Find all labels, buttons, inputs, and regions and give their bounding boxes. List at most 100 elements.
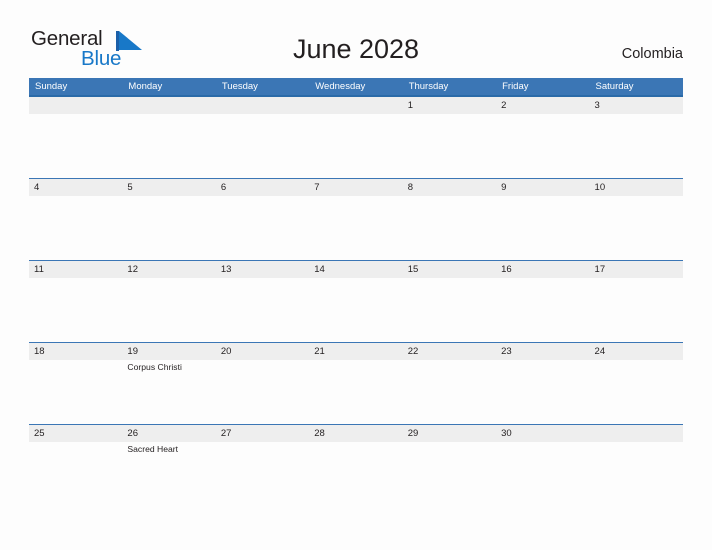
week-event-band <box>29 196 683 260</box>
day-cell[interactable] <box>496 360 589 424</box>
day-cell[interactable] <box>496 114 589 178</box>
day-number[interactable]: 3 <box>590 97 683 114</box>
day-number[interactable]: 21 <box>309 343 402 360</box>
day-cell[interactable] <box>216 196 309 260</box>
day-number[interactable] <box>309 97 402 114</box>
day-cell[interactable] <box>496 442 589 506</box>
weekday-header-row: Sunday Monday Tuesday Wednesday Thursday… <box>29 78 683 97</box>
weekday-sunday: Sunday <box>35 81 68 92</box>
day-cell[interactable] <box>29 278 122 342</box>
weekday-tuesday: Tuesday <box>221 81 258 92</box>
day-number[interactable]: 11 <box>29 261 122 278</box>
day-cell[interactable] <box>590 196 683 260</box>
region-label: Colombia <box>621 46 683 62</box>
day-number[interactable] <box>122 97 215 114</box>
day-cell[interactable] <box>29 360 122 424</box>
day-number[interactable]: 9 <box>496 179 589 196</box>
day-number[interactable]: 17 <box>590 261 683 278</box>
day-cell[interactable] <box>122 114 215 178</box>
day-cell[interactable] <box>122 278 215 342</box>
event-label: Sacred Heart <box>127 444 179 454</box>
day-cell[interactable] <box>309 278 402 342</box>
day-number[interactable]: 13 <box>216 261 309 278</box>
day-cell[interactable] <box>403 114 496 178</box>
day-cell[interactable] <box>590 442 683 506</box>
weekday-wednesday: Wednesday <box>315 81 366 92</box>
day-cell[interactable] <box>403 442 496 506</box>
day-cell[interactable] <box>309 196 402 260</box>
day-cell[interactable] <box>216 278 309 342</box>
day-number[interactable]: 23 <box>496 343 589 360</box>
day-number[interactable]: 15 <box>403 261 496 278</box>
day-cell[interactable] <box>403 278 496 342</box>
day-cell[interactable] <box>496 196 589 260</box>
day-number[interactable]: 27 <box>216 425 309 442</box>
day-cell[interactable] <box>29 196 122 260</box>
weekday-monday: Monday <box>128 81 163 92</box>
day-cell[interactable] <box>216 442 309 506</box>
day-number[interactable]: 16 <box>496 261 589 278</box>
week-date-band: 4 5 6 7 8 9 10 <box>29 179 683 196</box>
day-cell[interactable]: Sacred Heart <box>122 442 215 506</box>
day-cell[interactable] <box>216 360 309 424</box>
calendar-week-row: 18 19 20 21 22 23 24 Corpus Christi <box>29 342 683 424</box>
day-cell[interactable] <box>496 278 589 342</box>
day-cell[interactable] <box>590 278 683 342</box>
day-cell[interactable] <box>29 442 122 506</box>
day-cell[interactable] <box>309 360 402 424</box>
day-cell[interactable] <box>403 360 496 424</box>
weekday-friday: Friday <box>502 81 529 92</box>
day-number[interactable]: 12 <box>122 261 215 278</box>
page-title: June 2028 <box>292 34 420 64</box>
day-cell[interactable] <box>309 442 402 506</box>
day-cell[interactable] <box>122 196 215 260</box>
day-cell[interactable] <box>403 196 496 260</box>
week-date-band: 18 19 20 21 22 23 24 <box>29 343 683 360</box>
day-cell[interactable] <box>216 114 309 178</box>
day-number[interactable]: 19 <box>122 343 215 360</box>
week-date-band: 1 2 3 <box>29 97 683 114</box>
day-number[interactable]: 28 <box>309 425 402 442</box>
day-number[interactable]: 14 <box>309 261 402 278</box>
calendar-week-row: 11 12 13 14 15 16 17 <box>29 260 683 342</box>
day-number[interactable]: 29 <box>403 425 496 442</box>
day-number[interactable]: 7 <box>309 179 402 196</box>
calendar-page: General Blue June 2028 Colombia Sunday M… <box>0 0 712 550</box>
day-cell[interactable] <box>590 360 683 424</box>
day-number[interactable]: 10 <box>590 179 683 196</box>
day-number[interactable]: 4 <box>29 179 122 196</box>
day-number[interactable]: 5 <box>122 179 215 196</box>
day-number[interactable]: 24 <box>590 343 683 360</box>
day-number[interactable] <box>29 97 122 114</box>
day-number[interactable] <box>590 425 683 442</box>
day-number[interactable]: 2 <box>496 97 589 114</box>
event-label: Corpus Christi <box>127 362 182 372</box>
day-number[interactable]: 20 <box>216 343 309 360</box>
day-number[interactable]: 22 <box>403 343 496 360</box>
week-event-band <box>29 278 683 342</box>
day-number[interactable]: 25 <box>29 425 122 442</box>
day-number[interactable]: 30 <box>496 425 589 442</box>
day-number[interactable]: 8 <box>403 179 496 196</box>
weekday-saturday: Saturday <box>595 81 634 92</box>
day-cell[interactable] <box>590 114 683 178</box>
calendar-week-row: 1 2 3 <box>29 97 683 178</box>
day-cell[interactable]: Corpus Christi <box>122 360 215 424</box>
calendar-grid: Sunday Monday Tuesday Wednesday Thursday… <box>29 78 683 506</box>
day-number[interactable]: 6 <box>216 179 309 196</box>
week-date-band: 11 12 13 14 15 16 17 <box>29 261 683 278</box>
day-cell[interactable] <box>29 114 122 178</box>
day-number[interactable] <box>216 97 309 114</box>
page-header: General Blue June 2028 Colombia <box>0 0 712 78</box>
calendar-week-row: 25 26 27 28 29 30 Sacred Heart <box>29 424 683 506</box>
day-number[interactable]: 18 <box>29 343 122 360</box>
weekday-thursday: Thursday <box>408 81 449 92</box>
calendar-week-row: 4 5 6 7 8 9 10 <box>29 178 683 260</box>
day-cell[interactable] <box>309 114 402 178</box>
week-date-band: 25 26 27 28 29 30 <box>29 425 683 442</box>
week-event-band: Sacred Heart <box>29 442 683 506</box>
week-event-band <box>29 114 683 178</box>
week-event-band: Corpus Christi <box>29 360 683 424</box>
day-number[interactable]: 1 <box>403 97 496 114</box>
day-number[interactable]: 26 <box>122 425 215 442</box>
